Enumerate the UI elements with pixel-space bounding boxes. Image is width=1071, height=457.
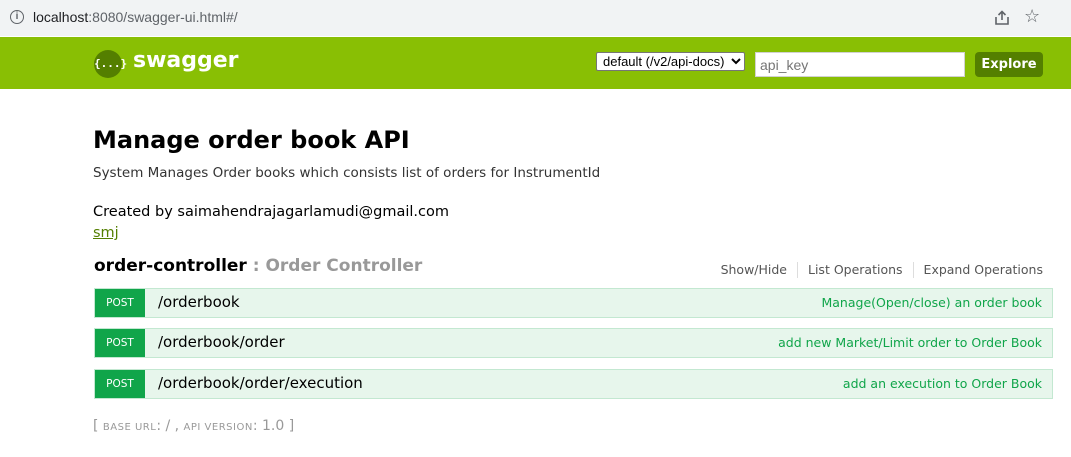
url-host: localhost (33, 9, 89, 25)
method-badge[interactable]: POST (95, 289, 145, 317)
base-url-value: : / , (156, 418, 184, 434)
resource-heading[interactable]: order-controller : Order Controller (94, 256, 422, 276)
method-badge[interactable]: POST (95, 329, 145, 357)
api-version-label: API VERSION (183, 422, 253, 433)
show-hide-link[interactable]: Show/Hide (711, 262, 798, 278)
resource-actions: Show/Hide List Operations Expand Operati… (711, 262, 1043, 278)
resource-description: Order Controller (265, 256, 423, 276)
operation-path[interactable]: /orderbook/order (158, 333, 285, 351)
operation-path[interactable]: /orderbook (158, 293, 240, 311)
operation-summary[interactable]: add an execution to Order Book (843, 376, 1042, 391)
url-field[interactable]: localhost:8080/swagger-ui.html#/ (33, 9, 238, 25)
resource-separator: : (246, 256, 266, 276)
operation-row[interactable]: POST /orderbook/order/execution add an e… (94, 369, 1053, 399)
star-icon[interactable]: ☆ (1024, 7, 1040, 27)
api-description: System Manages Order books which consist… (93, 165, 601, 181)
base-url-footer: [ BASE URL: / , API VERSION: 1.0 ] (93, 418, 294, 434)
api-version-value: : 1.0 ] (252, 418, 295, 434)
spec-select[interactable]: default (/v2/api-docs) (596, 52, 745, 71)
operation-summary[interactable]: add new Market/Limit order to Order Book (778, 335, 1042, 350)
footer-open: [ (93, 418, 103, 434)
method-badge[interactable]: POST (95, 370, 145, 398)
explore-button[interactable]: Explore (975, 52, 1043, 77)
resource-name[interactable]: order-controller (94, 256, 247, 276)
operation-row[interactable]: POST /orderbook/order add new Market/Lim… (94, 328, 1053, 358)
share-icon[interactable] (993, 9, 1011, 27)
info-icon[interactable]: i (10, 10, 24, 24)
swagger-logo-text[interactable]: swagger (133, 48, 239, 73)
expand-operations-link[interactable]: Expand Operations (914, 262, 1043, 278)
license-link[interactable]: smj (93, 225, 119, 241)
api-key-input[interactable] (755, 52, 965, 77)
operation-row[interactable]: POST /orderbook Manage(Open/close) an or… (94, 288, 1053, 318)
swagger-logo-icon[interactable]: {...} (94, 50, 127, 78)
swagger-header: {...} swagger default (/v2/api-docs) Exp… (0, 37, 1071, 89)
browser-address-bar: i localhost:8080/swagger-ui.html#/ ☆ (0, 0, 1071, 36)
url-path: :8080/swagger-ui.html#/ (88, 9, 238, 25)
base-url-label: BASE URL (102, 422, 157, 433)
operation-summary[interactable]: Manage(Open/close) an order book (821, 295, 1042, 310)
operation-path[interactable]: /orderbook/order/execution (158, 374, 363, 392)
created-by-text: Created by saimahendrajagarlamudi@gmail.… (93, 204, 449, 220)
page-title: Manage order book API (93, 126, 410, 154)
list-operations-link[interactable]: List Operations (798, 262, 914, 278)
